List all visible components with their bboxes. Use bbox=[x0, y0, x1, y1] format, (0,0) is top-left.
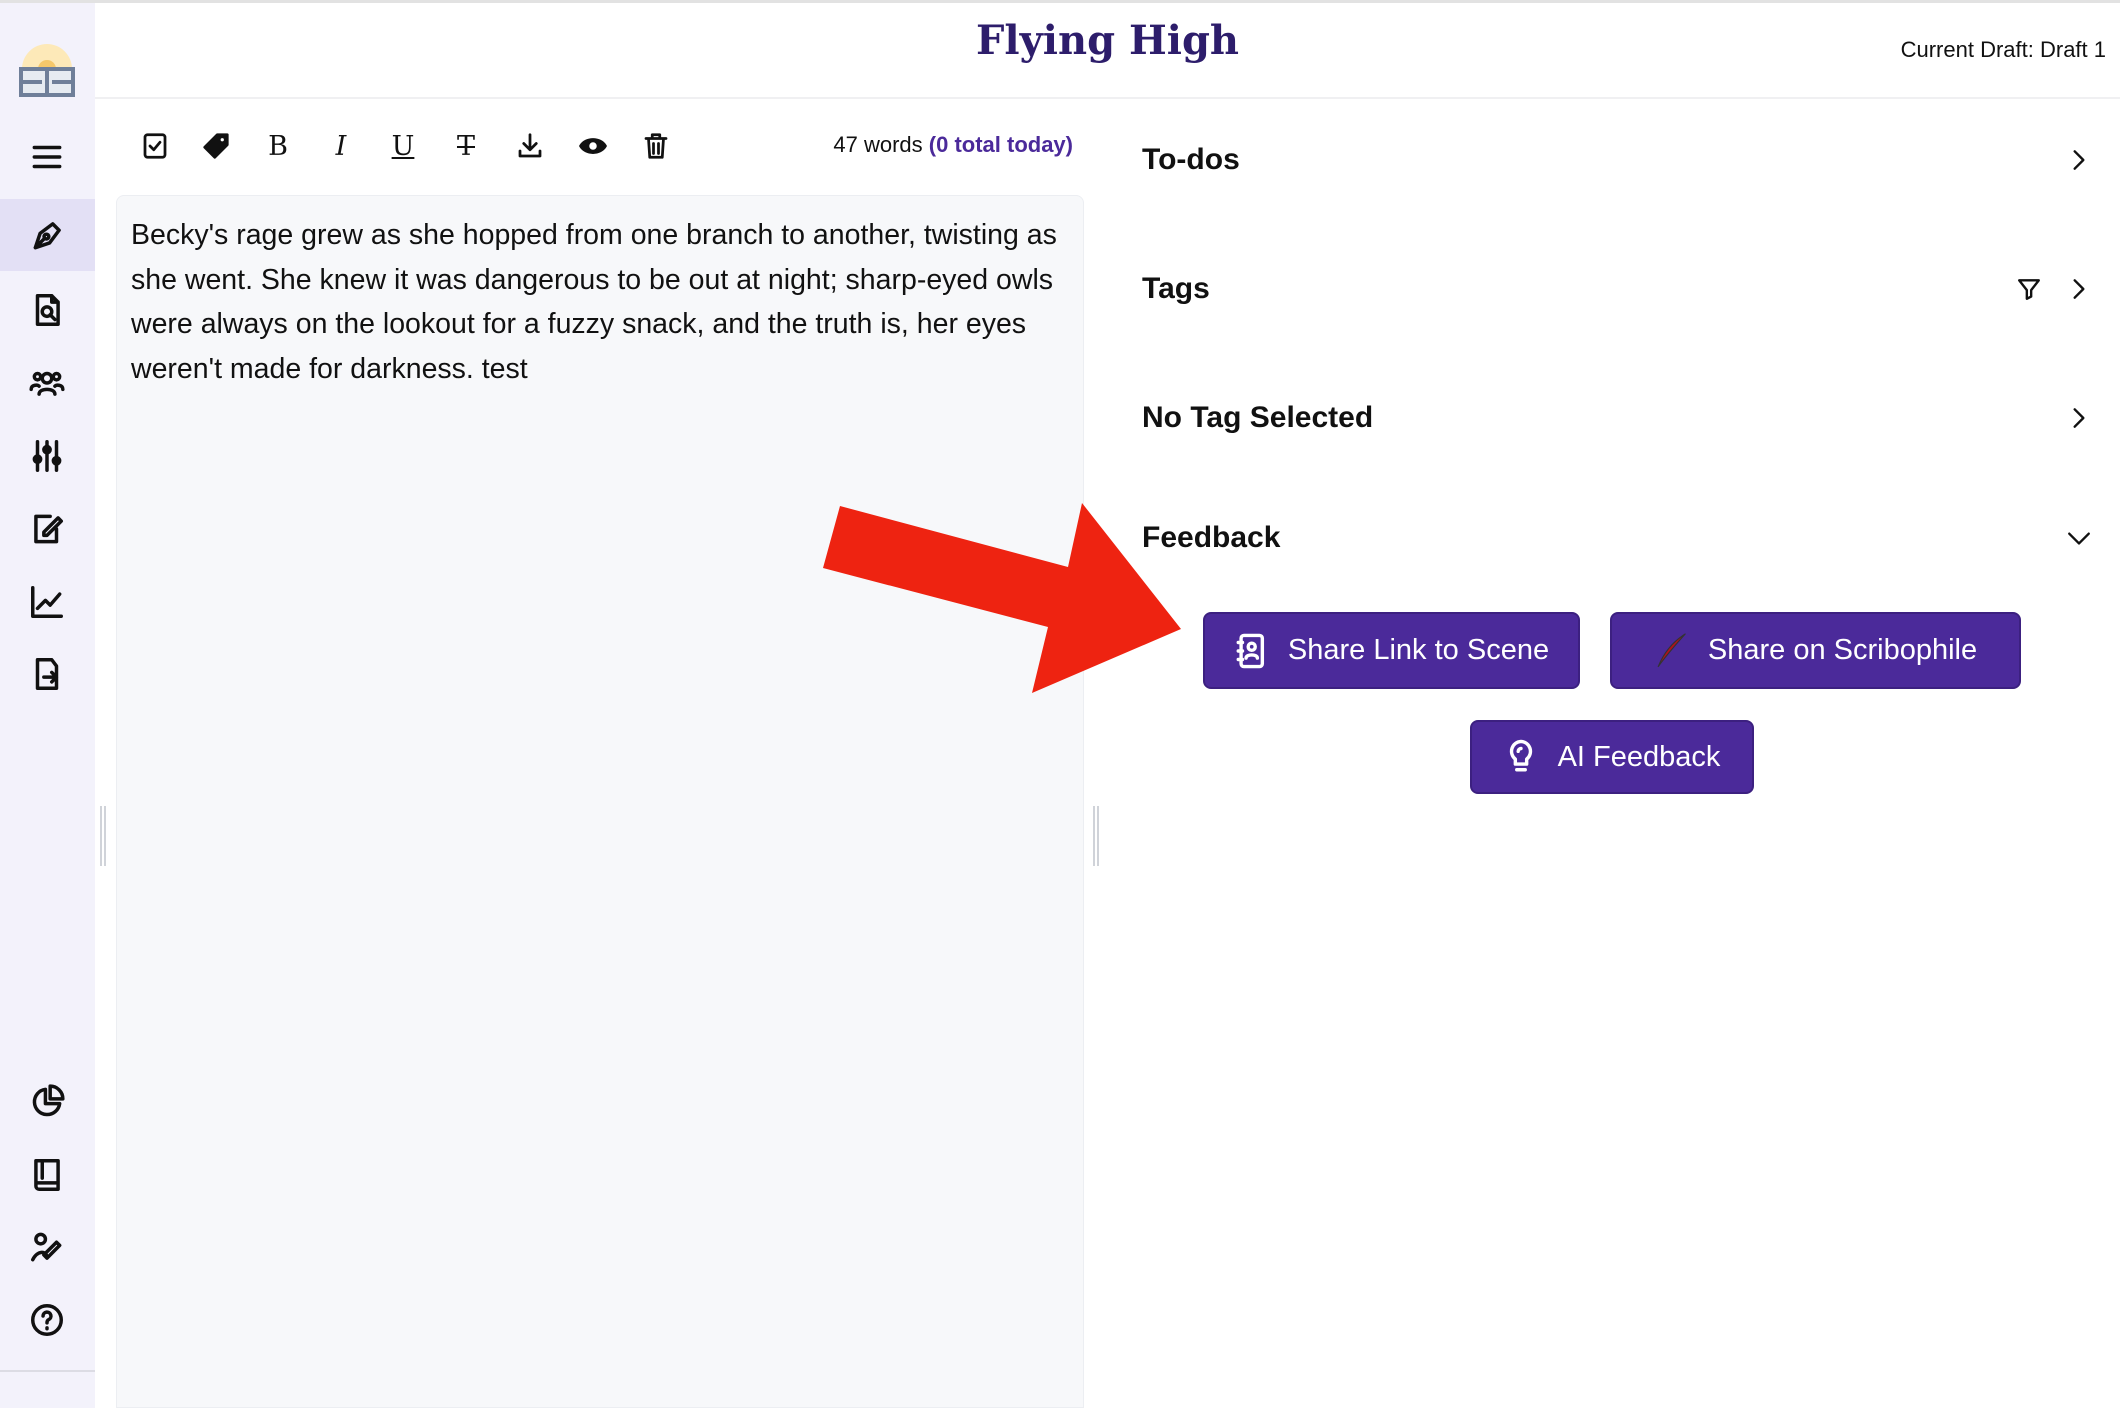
section-label: To-dos bbox=[1142, 143, 1240, 176]
section-label: No Tag Selected bbox=[1142, 401, 1374, 434]
header: Flying High Current Draft: Draft 1 bbox=[95, 3, 2120, 99]
menu-icon[interactable] bbox=[15, 125, 79, 189]
chevron-right-icon[interactable] bbox=[2066, 405, 2092, 431]
section-label: Feedback bbox=[1142, 521, 1281, 554]
word-count-total: 47 words bbox=[833, 132, 923, 157]
chevron-right-icon[interactable] bbox=[2066, 147, 2092, 173]
right-resize-handle[interactable] bbox=[1093, 806, 1099, 866]
help-icon[interactable] bbox=[15, 1288, 79, 1352]
word-count: 47 words (0 total today) bbox=[833, 132, 1073, 158]
word-count-today: (0 total today) bbox=[928, 132, 1073, 157]
edit-notes-icon[interactable] bbox=[15, 497, 79, 561]
section-todos[interactable]: To-dos bbox=[1142, 135, 2092, 185]
project-title: Flying High bbox=[975, 17, 1240, 64]
share-scribophile-label: Share on Scribophile bbox=[1707, 634, 1978, 666]
app-logo bbox=[18, 39, 76, 97]
search-document-icon[interactable] bbox=[15, 278, 79, 342]
lightbulb-icon bbox=[1509, 739, 1532, 772]
scene-editor[interactable]: Becky's rage grew as she hopped from one… bbox=[116, 195, 1084, 1408]
clear-format-icon[interactable]: T bbox=[448, 128, 484, 164]
bold-icon[interactable]: B bbox=[260, 128, 296, 164]
todo-checkbox-icon[interactable] bbox=[137, 128, 173, 164]
section-label: Tags bbox=[1142, 272, 1210, 305]
book-icon[interactable] bbox=[15, 1143, 79, 1207]
characters-icon[interactable] bbox=[15, 351, 79, 415]
preview-eye-icon[interactable] bbox=[575, 128, 611, 164]
sidebar bbox=[0, 3, 95, 1408]
signature-icon[interactable] bbox=[15, 1215, 79, 1279]
sidebar-divider bbox=[0, 1370, 95, 1372]
download-icon[interactable] bbox=[512, 128, 548, 164]
quill-icon bbox=[1657, 632, 1686, 667]
share-link-button[interactable]: Share Link to Scene bbox=[1203, 612, 1580, 689]
ai-feedback-button[interactable]: AI Feedback bbox=[1470, 720, 1754, 794]
share-link-label: Share Link to Scene bbox=[1287, 634, 1550, 666]
underline-icon[interactable]: U bbox=[385, 128, 421, 164]
left-resize-handle[interactable] bbox=[100, 806, 106, 866]
export-icon[interactable] bbox=[15, 642, 79, 706]
contact-book-icon bbox=[1236, 633, 1264, 668]
sliders-icon[interactable] bbox=[15, 424, 79, 488]
chevron-right-icon[interactable] bbox=[2066, 276, 2092, 302]
section-tags[interactable]: Tags bbox=[1142, 264, 2092, 314]
pie-chart-icon[interactable] bbox=[15, 1070, 79, 1134]
section-feedback[interactable]: Feedback bbox=[1142, 513, 2092, 563]
chevron-down-icon[interactable] bbox=[2066, 525, 2092, 551]
filter-icon[interactable] bbox=[2016, 276, 2042, 302]
current-draft[interactable]: Current Draft: Draft 1 bbox=[1901, 37, 2106, 63]
section-no-tag[interactable]: No Tag Selected bbox=[1142, 393, 2092, 443]
ai-feedback-label: AI Feedback bbox=[1557, 740, 1721, 773]
chart-icon[interactable] bbox=[15, 570, 79, 634]
trash-icon[interactable] bbox=[638, 128, 674, 164]
tag-icon[interactable] bbox=[198, 128, 234, 164]
share-scribophile-button[interactable]: Share on Scribophile bbox=[1610, 612, 2021, 689]
italic-icon[interactable]: I bbox=[323, 128, 359, 164]
pen-icon[interactable] bbox=[0, 199, 95, 271]
